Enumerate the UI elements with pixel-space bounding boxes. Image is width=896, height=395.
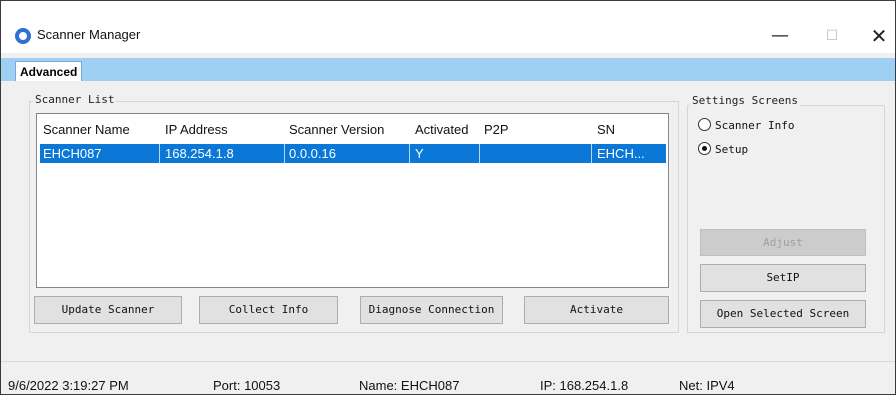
radio-unchecked-icon bbox=[698, 118, 711, 131]
menu-bar bbox=[1, 58, 895, 81]
status-ip: IP: 168.254.1.8 bbox=[540, 378, 629, 393]
radio-label-setup: Setup bbox=[715, 143, 749, 156]
cell-scanner-version: 0.0.0.16 bbox=[289, 146, 336, 161]
col-header-scanner-name[interactable]: Scanner Name bbox=[43, 122, 130, 137]
status-net: Net: IPV4 bbox=[679, 378, 735, 393]
open-selected-screen-button[interactable]: Open Selected Screen bbox=[700, 300, 866, 328]
maximize-button[interactable]: ☐ bbox=[809, 19, 855, 53]
status-port: Port: 10053 bbox=[213, 378, 281, 393]
cell-scanner-name: EHCH087 bbox=[43, 146, 102, 161]
settings-screens-label: Settings Screens bbox=[690, 94, 800, 107]
col-header-scanner-version[interactable]: Scanner Version bbox=[289, 122, 384, 137]
diagnose-connection-button[interactable]: Diagnose Connection bbox=[360, 296, 503, 324]
scanner-manager-window: Scanner Manager — ☐ ✕ Advanced Scanner L… bbox=[0, 0, 896, 395]
cell-ip-address: 168.254.1.8 bbox=[165, 146, 234, 161]
title-bar: Scanner Manager — ☐ ✕ bbox=[1, 1, 895, 53]
settings-screens-group bbox=[687, 105, 885, 333]
setip-button[interactable]: SetIP bbox=[700, 264, 866, 292]
app-globe-icon bbox=[15, 28, 31, 44]
status-name: Name: EHCH087 bbox=[359, 378, 460, 393]
row-separator bbox=[159, 144, 160, 163]
scanner-list-view[interactable]: Scanner Name IP Address Scanner Version … bbox=[36, 113, 669, 288]
radio-setup[interactable]: Setup bbox=[698, 142, 748, 156]
collect-info-button[interactable]: Collect Info bbox=[199, 296, 338, 324]
cell-activated: Y bbox=[415, 146, 424, 161]
status-divider bbox=[1, 361, 895, 362]
row-separator bbox=[479, 144, 480, 163]
scanner-list-label: Scanner List bbox=[33, 93, 117, 106]
disabled-action-button: Adjust bbox=[700, 229, 866, 256]
close-button[interactable]: ✕ bbox=[856, 19, 896, 53]
col-header-ip-address[interactable]: IP Address bbox=[165, 122, 228, 137]
radio-label-scanner-info: Scanner Info bbox=[715, 119, 795, 132]
status-datetime: 9/6/2022 3:19:27 PM bbox=[8, 378, 129, 393]
window-title: Scanner Manager bbox=[37, 27, 141, 42]
row-separator bbox=[409, 144, 410, 163]
row-separator bbox=[591, 144, 592, 163]
col-header-sn[interactable]: SN bbox=[597, 122, 615, 137]
row-separator bbox=[284, 144, 285, 163]
col-header-p2p[interactable]: P2P bbox=[484, 122, 509, 137]
update-scanner-button[interactable]: Update Scanner bbox=[34, 296, 182, 324]
minimize-button[interactable]: — bbox=[757, 19, 803, 53]
table-row[interactable]: EHCH087 168.254.1.8 0.0.0.16 Y EHCH... bbox=[40, 144, 666, 163]
cell-sn: EHCH... bbox=[597, 146, 645, 161]
radio-scanner-info[interactable]: Scanner Info bbox=[698, 118, 794, 132]
radio-checked-icon bbox=[698, 142, 711, 155]
status-bar: 9/6/2022 3:19:27 PM Port: 10053 Name: EH… bbox=[1, 369, 895, 394]
menu-advanced[interactable]: Advanced bbox=[15, 61, 83, 81]
activate-button[interactable]: Activate bbox=[524, 296, 669, 324]
col-header-activated[interactable]: Activated bbox=[415, 122, 468, 137]
